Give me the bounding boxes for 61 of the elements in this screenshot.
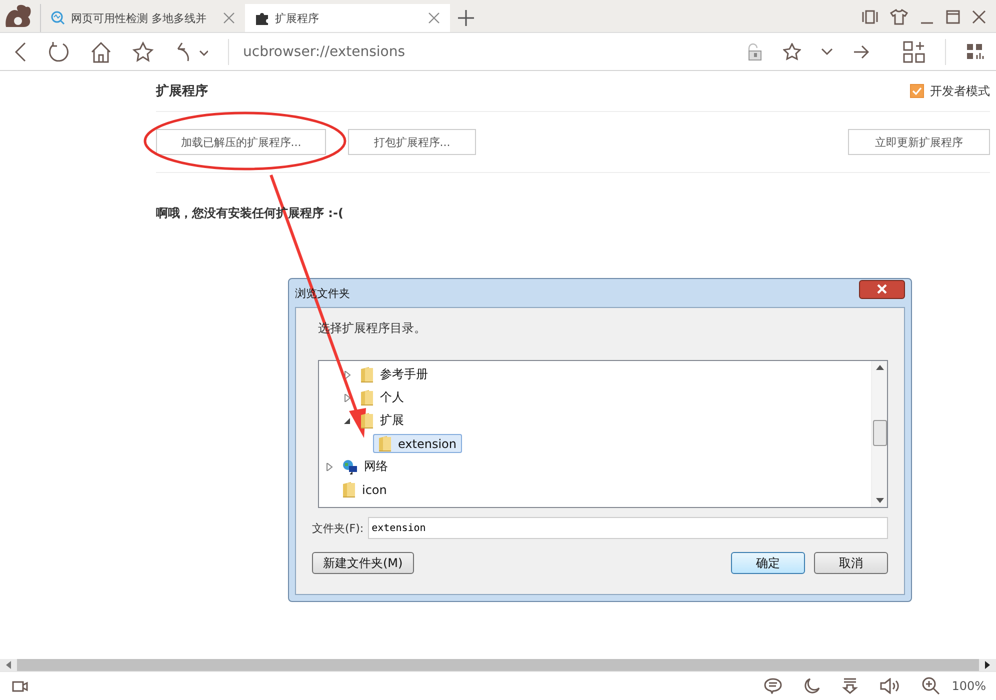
close-icon — [876, 284, 888, 294]
puzzle-icon — [255, 11, 269, 25]
checkbox[interactable] — [910, 84, 924, 98]
tree-item[interactable]: 网络 — [337, 457, 393, 476]
browser-tab[interactable]: 扩展程序 — [245, 4, 450, 32]
folder-icon — [360, 366, 374, 383]
zoom-level[interactable]: 100% — [952, 679, 986, 693]
tree-item[interactable]: extension — [373, 434, 462, 453]
checkmark-icon — [912, 86, 922, 96]
scroll-down-icon[interactable] — [876, 498, 884, 503]
scrollbar[interactable] — [871, 361, 887, 507]
zoom-in-icon[interactable] — [922, 677, 940, 695]
maximize-icon[interactable] — [946, 10, 960, 24]
scroll-up-icon[interactable] — [876, 365, 884, 370]
close-icon[interactable] — [223, 12, 235, 24]
collapse-arrow-icon[interactable] — [343, 416, 351, 424]
speaker-icon[interactable] — [880, 678, 900, 694]
download-icon[interactable] — [842, 678, 858, 694]
shirt-icon[interactable] — [890, 9, 908, 25]
ok-button[interactable]: 确定 — [731, 552, 805, 574]
tree-item[interactable]: 参考手册 — [355, 365, 433, 384]
expand-arrow-icon[interactable] — [343, 394, 351, 402]
chevron-down-icon[interactable] — [821, 48, 833, 56]
back-icon[interactable] — [14, 42, 28, 62]
moon-icon[interactable] — [804, 678, 820, 694]
star-icon[interactable] — [132, 40, 154, 62]
add-app-icon[interactable] — [903, 40, 925, 62]
page-title: 扩展程序 — [156, 82, 208, 100]
forward-arrow-icon[interactable] — [853, 44, 869, 58]
scroll-right-icon[interactable] — [985, 661, 990, 669]
folder-input[interactable]: extension — [368, 517, 888, 539]
grid-icon[interactable] — [966, 42, 984, 60]
star-icon[interactable] — [783, 42, 801, 60]
folder-icon — [378, 435, 392, 452]
close-button[interactable] — [859, 280, 905, 298]
update-button[interactable]: 立即更新扩展程序 — [848, 129, 990, 155]
tree-item[interactable]: 个人 — [355, 388, 409, 407]
checkbox-label[interactable]: 开发者模式 — [930, 82, 990, 100]
folder-icon — [360, 389, 374, 406]
globe-computer-icon — [342, 458, 358, 474]
sidebar-toggle-icon[interactable] — [862, 9, 878, 25]
cancel-button[interactable]: 取消 — [814, 552, 888, 574]
folder-label: 文件夹(F): — [312, 520, 364, 536]
address-bar[interactable]: ucbrowser://extensions — [243, 44, 725, 60]
tree-item[interactable]: icon — [337, 480, 392, 499]
folder-icon — [342, 481, 356, 498]
reload-icon[interactable] — [48, 40, 70, 62]
page-button[interactable]: 加载已解压的扩展程序... — [156, 129, 326, 155]
close-icon[interactable] — [972, 10, 986, 24]
expand-arrow-icon[interactable] — [325, 462, 333, 470]
home-icon[interactable] — [90, 40, 112, 62]
chat-bubble-icon[interactable] — [764, 678, 782, 694]
new-folder-button[interactable]: 新建文件夹(M) — [312, 552, 414, 574]
monitor-icon — [51, 11, 65, 25]
page-button[interactable]: 打包扩展程序... — [348, 129, 476, 155]
close-icon[interactable] — [428, 12, 440, 24]
scroll-left-icon[interactable] — [6, 661, 11, 669]
scroll-thumb[interactable] — [872, 420, 886, 446]
new-tab-icon[interactable] — [458, 10, 474, 26]
video-camera-icon[interactable] — [12, 680, 28, 692]
expand-arrow-icon[interactable] — [343, 370, 351, 378]
